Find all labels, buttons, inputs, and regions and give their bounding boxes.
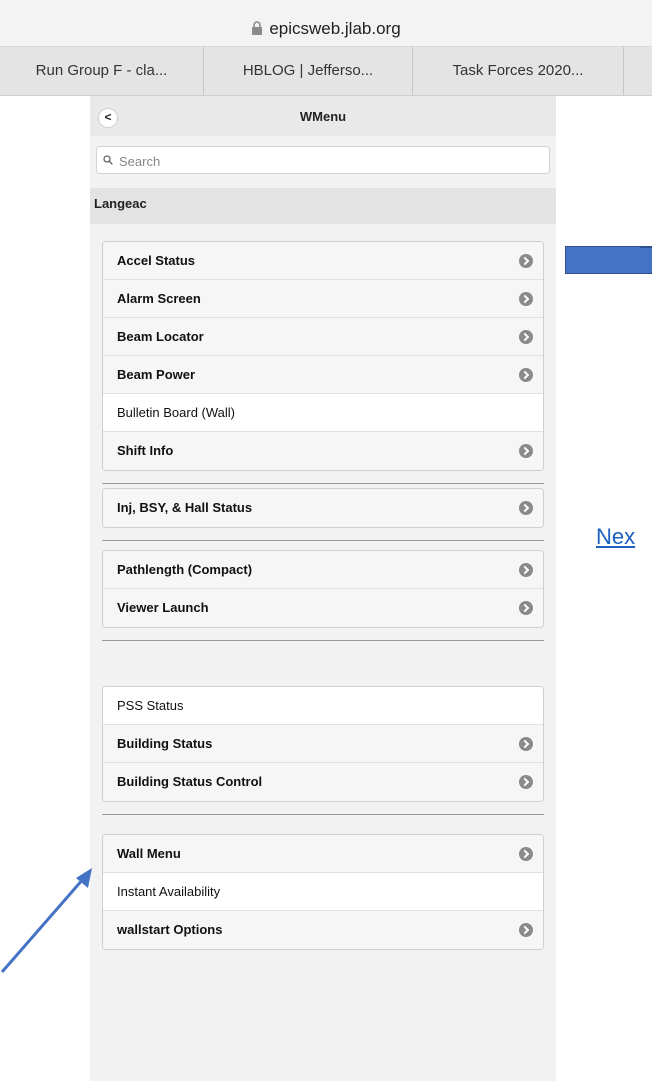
menu-item[interactable]: Building Status bbox=[103, 725, 543, 763]
menu-item[interactable]: Beam Power bbox=[103, 356, 543, 394]
chevron-right-icon bbox=[519, 737, 533, 751]
menu-item-label: Instant Availability bbox=[117, 884, 221, 899]
lock-icon bbox=[251, 20, 263, 40]
overlay-tab-shape bbox=[565, 246, 652, 274]
browser-tab-2[interactable]: HBLOG | Jefferso... bbox=[204, 47, 413, 95]
menu-item-label: Building Status bbox=[117, 736, 213, 751]
group-separator bbox=[102, 540, 544, 541]
search-input[interactable] bbox=[117, 151, 541, 171]
browser-address-bar[interactable]: epicsweb.jlab.org bbox=[0, 0, 652, 47]
menu-item-label: Building Status Control bbox=[117, 774, 263, 789]
chevron-right-icon bbox=[519, 368, 533, 382]
tab-label: Run Group F - cla... bbox=[35, 62, 168, 79]
menu-group: Wall Menu Instant Availability wallstart O… bbox=[102, 834, 544, 950]
menu-item-label: Pathlength (Compact) bbox=[117, 562, 253, 577]
menu-item[interactable]: Viewer Launch bbox=[103, 589, 543, 627]
group-separator bbox=[102, 483, 544, 484]
menu-item[interactable]: Alarm Screen bbox=[103, 280, 543, 318]
menu-item-label: Shift Info bbox=[117, 443, 174, 458]
search-box[interactable] bbox=[96, 146, 550, 174]
menu-item-label: Accel Status bbox=[117, 253, 196, 268]
tab-label: Task Forces 2020... bbox=[452, 62, 584, 79]
group-separator bbox=[102, 814, 544, 815]
overlay-curve-shape bbox=[640, 246, 652, 288]
chevron-right-icon bbox=[519, 254, 533, 268]
browser-tab-3[interactable]: Task Forces 2020... bbox=[413, 47, 624, 95]
menu-item[interactable]: Instant Availability bbox=[103, 873, 543, 911]
menu-item-label: PSS Status bbox=[117, 698, 184, 713]
browser-tab-1[interactable]: Run Group F - cla... bbox=[0, 47, 204, 95]
menu-item[interactable]: Inj, BSY, & Hall Status bbox=[103, 489, 543, 527]
group-separator bbox=[102, 640, 544, 641]
wmenu-panel: < WMenu Langeac Accel Status Alarm Screen… bbox=[90, 96, 556, 1081]
pointer-arrow-icon bbox=[0, 868, 92, 973]
menu-item[interactable]: Shift Info bbox=[103, 432, 543, 470]
search-icon bbox=[103, 155, 113, 165]
menu-item[interactable]: Beam Locator bbox=[103, 318, 543, 356]
menu-group: Accel Status Alarm Screen Beam Locator Beam… bbox=[102, 241, 544, 471]
menu-group: PSS Status Building Status Building Status… bbox=[102, 686, 544, 802]
chevron-right-icon bbox=[519, 292, 533, 306]
menu-item-label: Bulletin Board (Wall) bbox=[117, 405, 236, 420]
menu-item-label: Inj, BSY, & Hall Status bbox=[117, 500, 253, 515]
menu-item[interactable]: PSS Status bbox=[103, 687, 543, 725]
chevron-right-icon bbox=[519, 563, 533, 577]
url-display[interactable]: epicsweb.jlab.org bbox=[0, 19, 652, 40]
wmenu-header: < WMenu bbox=[90, 96, 556, 136]
chevron-right-icon bbox=[519, 330, 533, 344]
section-header: Langeac bbox=[90, 188, 556, 224]
chevron-right-icon bbox=[519, 923, 533, 937]
menu-item-label: Beam Locator bbox=[117, 329, 204, 344]
menu-item[interactable]: Building Status Control bbox=[103, 763, 543, 801]
url-text: epicsweb.jlab.org bbox=[269, 19, 401, 38]
tab-label: HBLOG | Jefferso... bbox=[242, 62, 374, 79]
chevron-right-icon bbox=[519, 601, 533, 615]
chevron-right-icon bbox=[519, 501, 533, 515]
chevron-right-icon bbox=[519, 775, 533, 789]
menu-item-label: Beam Power bbox=[117, 367, 196, 382]
menu-item[interactable]: Bulletin Board (Wall) bbox=[103, 394, 543, 432]
menu-item-label: Viewer Launch bbox=[117, 600, 209, 615]
menu-item-label: Alarm Screen bbox=[117, 291, 201, 306]
menu-item[interactable]: Pathlength (Compact) bbox=[103, 551, 543, 589]
browser-tab-strip: Run Group F - cla... HBLOG | Jefferso...… bbox=[0, 47, 652, 96]
next-link[interactable]: Nex bbox=[596, 524, 635, 550]
menu-item-label: Wall Menu bbox=[117, 846, 181, 861]
menu-item-label: wallstart Options bbox=[117, 922, 223, 937]
chevron-right-icon bbox=[519, 444, 533, 458]
menu-item[interactable]: wallstart Options bbox=[103, 911, 543, 949]
menu-item[interactable]: Wall Menu bbox=[103, 835, 543, 873]
page-title: WMenu bbox=[299, 109, 347, 124]
menu-item[interactable]: Accel Status bbox=[103, 242, 543, 280]
chevron-right-icon bbox=[519, 847, 533, 861]
menu-group: Inj, BSY, & Hall Status bbox=[102, 488, 544, 528]
menu-group: Pathlength (Compact) Viewer Launch bbox=[102, 550, 544, 628]
